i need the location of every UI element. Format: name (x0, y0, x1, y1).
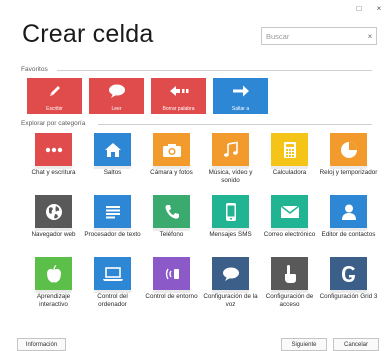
favorites-row: Escribir Leer Borrar palabra Saltar a (27, 78, 268, 114)
category-label: Saltos (103, 169, 122, 176)
category-browser[interactable]: Navegador web (24, 195, 83, 257)
close-button[interactable]: × (374, 4, 384, 14)
category-clock[interactable]: Reloj y temporizador (319, 133, 378, 195)
category-learning[interactable]: Aprendizaje interactivo (24, 257, 83, 319)
category-music[interactable]: Música, vídeo y sonido (201, 133, 260, 195)
category-calculator[interactable]: Calculadora (260, 133, 319, 195)
category-label: Control del ordenador (97, 293, 128, 308)
category-sms[interactable]: Mensajes SMS (201, 195, 260, 257)
window-controls: □ × (354, 4, 384, 14)
search-input[interactable] (262, 28, 364, 44)
fav-read[interactable]: Leer (89, 78, 144, 114)
apple-icon (35, 257, 72, 290)
page-title: Crear celda (22, 20, 154, 48)
category-phone[interactable]: Teléfono (142, 195, 201, 257)
mobile-icon (212, 195, 249, 228)
remote-icon (153, 257, 190, 290)
category-jumps[interactable]: Saltos (83, 133, 142, 195)
touch-icon (271, 257, 308, 290)
category-label: Aprendizaje interactivo (36, 293, 71, 308)
category-label: Mensajes SMS (209, 231, 252, 238)
music-icon (212, 133, 249, 166)
category-label: Procesador de texto (84, 231, 141, 238)
cancel-button[interactable]: Cancelar (333, 338, 379, 351)
contact-icon (330, 195, 367, 228)
category-access-settings[interactable]: Configuración de acceso (260, 257, 319, 319)
fav-jump-to[interactable]: Saltar a (213, 78, 268, 114)
grid3-logo-icon (330, 257, 367, 290)
phone-icon (153, 195, 190, 228)
mail-icon (271, 195, 308, 228)
categories-heading: Explorar por categoría (21, 120, 86, 127)
backspace-icon (151, 81, 206, 101)
speech-settings-icon (212, 257, 249, 290)
category-voice-settings[interactable]: Configuración de la voz (201, 257, 260, 319)
category-label: Configuración de acceso (265, 293, 314, 308)
fav-write[interactable]: Escribir (27, 78, 82, 114)
category-label: Configuración de la voz (203, 293, 258, 308)
calculator-icon (271, 133, 308, 166)
speech-bubble-icon (89, 81, 144, 101)
home-icon (94, 133, 131, 166)
categories-divider (98, 124, 372, 125)
arrow-right-icon (213, 81, 268, 101)
fav-label: Borrar palabra (162, 106, 195, 112)
fav-label: Leer (111, 106, 122, 112)
pencil-icon (27, 81, 82, 101)
favorites-heading: Favoritos (21, 66, 48, 73)
category-camera[interactable]: Cámara y fotos (142, 133, 201, 195)
category-environment-control[interactable]: Control de entorno (142, 257, 201, 319)
category-contacts[interactable]: Editor de contactos (319, 195, 378, 257)
globe-icon (35, 195, 72, 228)
category-label: Calculadora (272, 169, 307, 176)
chat-icon (35, 133, 72, 166)
next-button[interactable]: Siguiente (281, 338, 327, 351)
fav-delete-word[interactable]: Borrar palabra (151, 78, 206, 114)
category-grid3-settings[interactable]: Configuración Grid 3 (319, 257, 378, 319)
category-label: Control de entorno (145, 293, 198, 300)
favorites-divider (57, 70, 372, 71)
category-label: Música, vídeo y sonido (208, 169, 253, 184)
category-computer-control[interactable]: Control del ordenador (83, 257, 142, 319)
laptop-icon (94, 257, 131, 290)
category-word-processor[interactable]: Procesador de texto (83, 195, 142, 257)
category-grid: Chat y escritura Saltos Cámara y fotos M… (24, 133, 378, 319)
search-box: × (261, 27, 377, 45)
clock-icon (330, 133, 367, 166)
category-label: Reloj y temporizador (319, 169, 378, 176)
fav-label: Escribir (46, 106, 63, 112)
category-label: Chat y escritura (31, 169, 76, 176)
camera-icon (153, 133, 190, 166)
category-label: Cámara y fotos (150, 169, 193, 176)
document-icon (94, 195, 131, 228)
category-label: Teléfono (159, 231, 184, 238)
maximize-button[interactable]: □ (354, 4, 364, 14)
fav-label: Saltar a (231, 106, 250, 112)
clear-search-icon[interactable]: × (364, 32, 376, 41)
category-label: Correo electrónico (263, 231, 316, 238)
category-email[interactable]: Correo electrónico (260, 195, 319, 257)
category-label: Navegador web (31, 231, 76, 238)
category-label: Configuración Grid 3 (319, 293, 378, 300)
info-button[interactable]: Información (17, 338, 66, 351)
category-label: Editor de contactos (321, 231, 376, 238)
category-chat[interactable]: Chat y escritura (24, 133, 83, 195)
